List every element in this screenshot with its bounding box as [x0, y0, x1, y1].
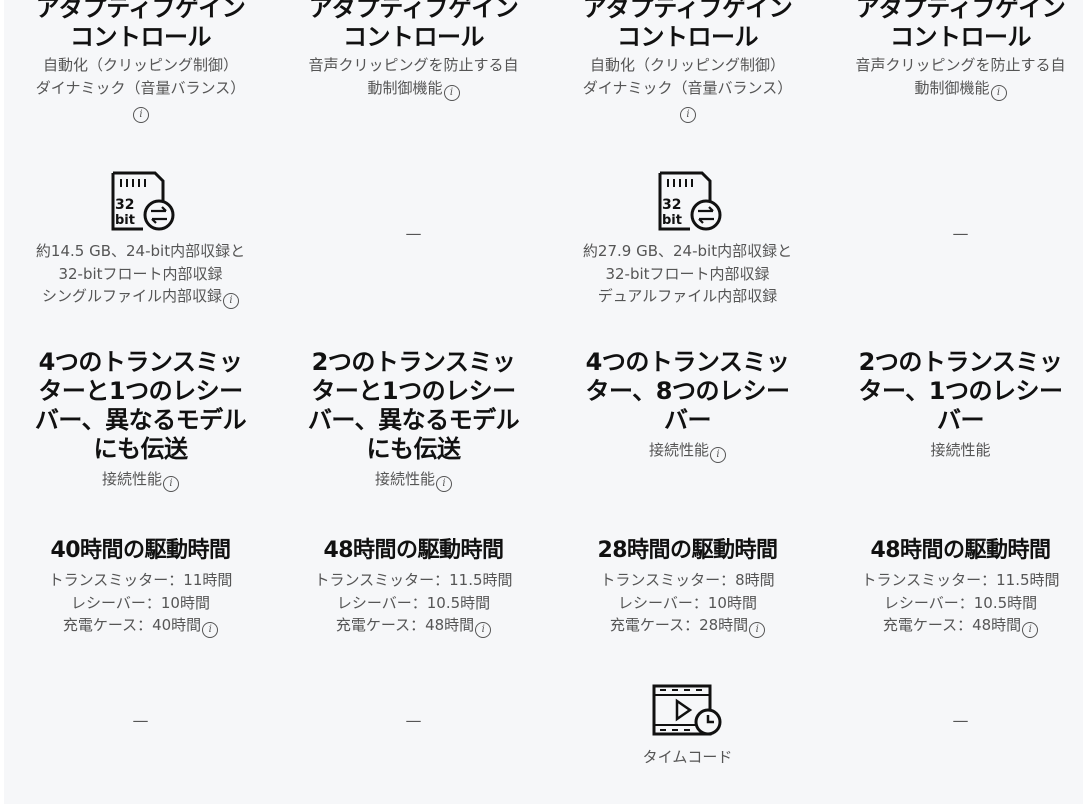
- battery-desc: トランスミッター：11時間 レシーバー：10時間 充電ケース：40時間 i: [21, 569, 261, 638]
- connectivity-desc: 接続性能 i: [294, 468, 534, 492]
- product-column-4: アダプティブゲインコントロール 音声クリッピングを防止する自 動制御機能 i — …: [824, 0, 1083, 804]
- 32bit-chip-icon: 32 bit: [111, 171, 174, 231]
- info-icon[interactable]: i: [443, 84, 460, 101]
- connectivity-title: 2つのトランスミッターと1つのレシーバー、異なるモデルにも伝送: [307, 348, 520, 463]
- recording-desc: 約27.9 GB、24-bit内部収録と 32-bitフロート内部収録 デュアル…: [582, 242, 793, 305]
- battery-block: 48時間の駆動時間 トランスミッター：11.5時間 レシーバー：10.5時間 充…: [824, 536, 1083, 638]
- info-icon[interactable]: i: [223, 293, 239, 309]
- not-available-dash: —: [132, 711, 149, 730]
- agc-desc: 自動化（クリッピング制御） ダイナミック（音量バランス） i: [568, 54, 808, 123]
- connectivity-title: 4つのトランスミッター、8つのレシーバー: [585, 348, 790, 434]
- battery-title: 48時間の駆動時間: [323, 538, 504, 563]
- connectivity-block: 2つのトランスミッターと1つのレシーバー、異なるモデルにも伝送 接続性能 i: [277, 348, 550, 492]
- product-column-3: アダプティブゲインコントロール 自動化（クリッピング制御） ダイナミック（音量バ…: [551, 0, 824, 804]
- connectivity-block: 4つのトランスミッターと1つのレシーバー、異なるモデルにも伝送 接続性能 i: [4, 348, 277, 492]
- not-available-dash: —: [405, 711, 422, 730]
- agc-block: アダプティブゲインコントロール 音声クリッピングを防止する自 動制御機能 i: [824, 0, 1083, 101]
- agc-desc: 自動化（クリッピング制御） ダイナミック（音量バランス） i: [21, 54, 261, 123]
- battery-block: 28時間の駆動時間 トランスミッター：8時間 レシーバー：10時間 充電ケース：…: [551, 536, 824, 638]
- connectivity-desc: 接続性能: [930, 441, 991, 459]
- agc-desc: 音声クリッピングを防止する自 動制御機能 i: [294, 54, 534, 101]
- info-icon[interactable]: i: [202, 622, 219, 638]
- info-icon[interactable]: i: [436, 476, 452, 492]
- battery-title: 28時間の駆動時間: [597, 538, 778, 563]
- agc-title: アダプティブゲインコントロール: [308, 0, 519, 51]
- battery-desc: トランスミッター：11.5時間 レシーバー：10.5時間 充電ケース：48時間 i: [294, 569, 534, 638]
- svg-text:bit: bit: [115, 213, 135, 228]
- connectivity-title: 4つのトランスミッターと1つのレシーバー、異なるモデルにも伝送: [34, 348, 247, 463]
- product-column-2: アダプティブゲインコントロール 音声クリッピングを防止する自 動制御機能 i — …: [277, 0, 550, 804]
- info-icon[interactable]: i: [475, 622, 492, 638]
- recording-block: 32 bit 約14.5 GB、24-bit内部収録と 32-bitフロート内部…: [4, 171, 277, 309]
- svg-text:bit: bit: [662, 213, 682, 228]
- battery-desc: トランスミッター：8時間 レシーバー：10時間 充電ケース：28時間 i: [568, 569, 808, 638]
- 32bit-chip-icon: 32 bit: [658, 171, 721, 231]
- agc-title: アダプティブゲインコントロール: [35, 0, 246, 51]
- recording-block: —: [277, 224, 550, 243]
- info-icon[interactable]: i: [990, 84, 1007, 101]
- battery-title: 48時間の駆動時間: [870, 538, 1051, 563]
- recording-block: —: [824, 224, 1083, 243]
- recording-desc: 約14.5 GB、24-bit内部収録と 32-bitフロート内部収録 シングル…: [21, 240, 261, 309]
- agc-block: アダプティブゲインコントロール 音声クリッピングを防止する自 動制御機能 i: [277, 0, 550, 101]
- timecode-label: タイムコード: [642, 748, 733, 766]
- timecode-block: タイムコード: [551, 684, 824, 769]
- timecode-block: —: [824, 711, 1083, 730]
- info-icon[interactable]: i: [163, 476, 179, 492]
- svg-text:32: 32: [115, 197, 134, 213]
- connectivity-block: 2つのトランスミッター、1つのレシーバー 接続性能: [824, 348, 1083, 462]
- agc-title: アダプティブゲインコントロール: [582, 0, 793, 51]
- agc-block: アダプティブゲインコントロール 自動化（クリッピング制御） ダイナミック（音量バ…: [551, 0, 824, 123]
- product-column-1: アダプティブゲインコントロール 自動化（クリッピング制御） ダイナミック（音量バ…: [4, 0, 277, 804]
- battery-block: 40時間の駆動時間 トランスミッター：11時間 レシーバー：10時間 充電ケース…: [4, 536, 277, 638]
- info-icon[interactable]: i: [1022, 622, 1039, 638]
- agc-desc: 音声クリッピングを防止する自 動制御機能 i: [841, 54, 1081, 101]
- svg-text:32: 32: [662, 197, 681, 213]
- info-icon[interactable]: i: [710, 447, 726, 463]
- timecode-block: —: [277, 711, 550, 730]
- connectivity-block: 4つのトランスミッター、8つのレシーバー 接続性能 i: [551, 348, 824, 463]
- info-icon[interactable]: i: [749, 622, 766, 638]
- not-available-dash: —: [405, 224, 422, 243]
- timecode-block: —: [4, 711, 277, 730]
- timecode-icon: [652, 684, 721, 736]
- battery-desc: トランスミッター：11.5時間 レシーバー：10.5時間 充電ケース：48時間 i: [841, 569, 1081, 638]
- connectivity-desc: 接続性能 i: [568, 439, 808, 463]
- info-icon[interactable]: i: [680, 107, 696, 123]
- comparison-panel: アダプティブゲインコントロール 自動化（クリッピング制御） ダイナミック（音量バ…: [4, 0, 1083, 804]
- battery-block: 48時間の駆動時間 トランスミッター：11.5時間 レシーバー：10.5時間 充…: [277, 536, 550, 638]
- connectivity-title: 2つのトランスミッター、1つのレシーバー: [858, 348, 1063, 434]
- not-available-dash: —: [952, 224, 969, 243]
- battery-title: 40時間の駆動時間: [50, 538, 231, 563]
- info-icon[interactable]: i: [133, 107, 149, 123]
- connectivity-desc: 接続性能 i: [21, 468, 261, 492]
- recording-block: 32 bit 約27.9 GB、24-bit内部収録と 32-bitフロート内部…: [551, 171, 824, 308]
- agc-title: アダプティブゲインコントロール: [855, 0, 1066, 51]
- not-available-dash: —: [952, 711, 969, 730]
- agc-block: アダプティブゲインコントロール 自動化（クリッピング制御） ダイナミック（音量バ…: [4, 0, 277, 123]
